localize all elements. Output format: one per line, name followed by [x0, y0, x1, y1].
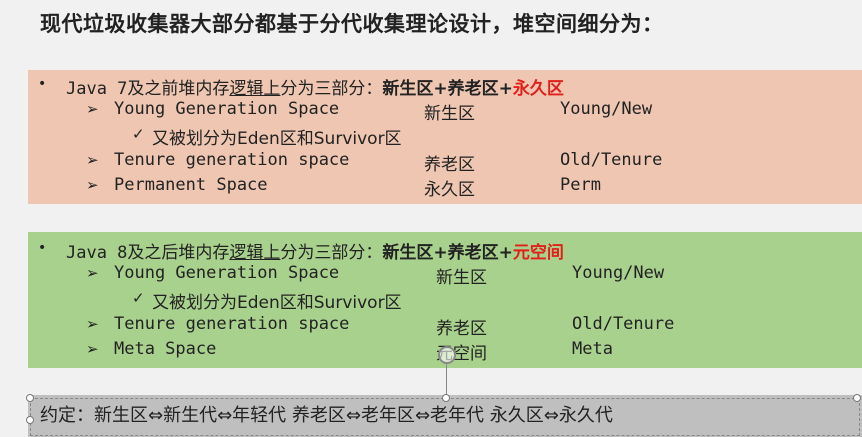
java8-bullet: Java 8及之后堆内存逻辑上分为三部分：新生区+养老区+元空间 [66, 238, 564, 263]
rotate-stem [446, 364, 447, 398]
java7-row2-cn: 养老区 [424, 155, 475, 175]
java7-section: • Java 7及之前堆内存逻辑上分为三部分：新生区+养老区+永久区 ➢ You… [28, 70, 862, 204]
check-icon: ✓ [132, 289, 145, 307]
java8-red: 元空间 [512, 243, 564, 263]
rotate-handle-icon[interactable] [438, 346, 456, 364]
java8-row2-name: Tenure generation space [114, 314, 350, 334]
selection-frame [30, 398, 860, 436]
java8-row1-cn: 新生区 [436, 268, 487, 288]
java7-row1-name: Young Generation Space [114, 99, 340, 119]
java8-row1-en: Young/New [572, 263, 665, 283]
resize-handle-icon[interactable] [26, 394, 34, 402]
java7-mid: 分为三部分： [280, 79, 383, 99]
java7-bullet: Java 7及之前堆内存逻辑上分为三部分：新生区+养老区+永久区 [66, 74, 564, 99]
java7-row2-en: Old/Tenure [560, 150, 663, 170]
bullet-icon: • [38, 76, 47, 92]
java8-mid: 分为三部分： [280, 243, 383, 263]
java7-row2-name: Tenure generation space [114, 150, 350, 170]
java8-sub: 又被划分为Eden区和Survivor区 [152, 293, 402, 313]
arrow-icon: ➢ [86, 100, 99, 118]
java8-row1-name: Young Generation Space [114, 263, 340, 283]
java7-prefix: Java 7及之前堆内存 [66, 79, 230, 99]
resize-handle-icon[interactable] [26, 416, 34, 424]
java7-underline: 逻辑上 [229, 79, 281, 99]
resize-handle-icon[interactable] [442, 394, 450, 402]
bullet-icon: • [38, 240, 47, 256]
resize-handle-icon[interactable] [853, 394, 861, 402]
java7-row1-en: Young/New [560, 99, 653, 119]
java7-red: 永久区 [512, 79, 564, 99]
java7-row3-name: Permanent Space [114, 175, 268, 195]
java8-row3-en: Meta [572, 339, 613, 359]
java7-sub: 又被划分为Eden区和Survivor区 [152, 129, 402, 149]
arrow-icon: ➢ [86, 264, 99, 282]
java7-bold: 新生区+养老区+ [382, 79, 513, 99]
slide-title: 现代垃圾收集器大部分都基于分代收集理论设计，堆空间细分为： [40, 12, 664, 36]
java7-row3-cn: 永久区 [424, 180, 475, 200]
arrow-icon: ➢ [86, 176, 99, 194]
java8-bold: 新生区+养老区+ [382, 243, 513, 263]
java8-row3-name: Meta Space [114, 339, 217, 359]
java7-row1-cn: 新生区 [424, 104, 475, 124]
arrow-icon: ➢ [86, 315, 99, 333]
java8-row2-cn: 养老区 [436, 319, 487, 339]
java7-row3-en: Perm [560, 175, 601, 195]
arrow-icon: ➢ [86, 151, 99, 169]
java8-underline: 逻辑上 [229, 243, 281, 263]
arrow-icon: ➢ [86, 340, 99, 358]
java8-prefix: Java 8及之后堆内存 [66, 243, 230, 263]
check-icon: ✓ [132, 125, 145, 143]
java8-row2-en: Old/Tenure [572, 314, 675, 334]
